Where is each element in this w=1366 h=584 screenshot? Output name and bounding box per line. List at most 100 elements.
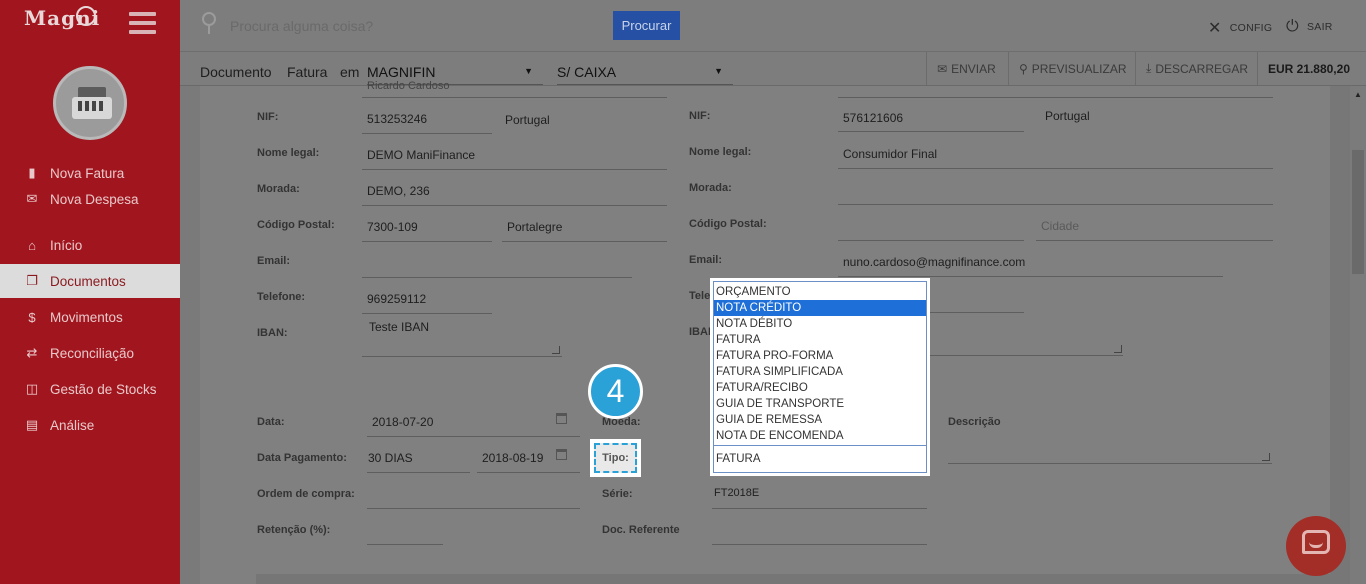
issuer-iban-value[interactable]: Teste IBAN [369, 320, 429, 334]
issuer-postal-line [362, 241, 492, 242]
payment-date-value[interactable]: 2018-08-19 [482, 451, 543, 465]
type-option[interactable]: NOTA DE ENCOMENDA [714, 428, 926, 444]
client-city-line [1036, 240, 1273, 241]
logout-link[interactable]: ⏻ SAIR [1286, 18, 1333, 36]
sidebar-item-movimentos[interactable]: $ Movimentos [0, 300, 180, 334]
type-label: Tipo: [594, 443, 637, 473]
tipo-highlight: Tipo: [590, 439, 641, 477]
search-input[interactable] [230, 10, 600, 42]
power-icon: ⏻ [1286, 18, 1299, 35]
resize-handle-icon[interactable] [1114, 345, 1122, 353]
download-button[interactable]: ⤓ DESCARREGAR [1135, 52, 1258, 85]
resize-handle-icon[interactable] [1262, 453, 1270, 461]
issuer-nif-value[interactable]: 513253246 [367, 112, 427, 126]
stocks-icon: ◫ [25, 381, 39, 396]
tutorial-step-badge: 4 [588, 364, 643, 419]
payment-date-line [477, 472, 580, 473]
content-gutter [1330, 86, 1350, 584]
logo-ball-icon [76, 6, 96, 26]
calendar-icon[interactable] [556, 449, 567, 460]
sidebar-item-reconciliacao[interactable]: ⇄ Reconciliação [0, 336, 180, 370]
cash-select[interactable]: S/ CAIXA ▼ [557, 56, 733, 85]
cash-register-icon [72, 87, 112, 119]
preview-button[interactable]: ⚲ PREVISUALIZAR [1008, 52, 1137, 85]
file-icon: ▮ [28, 165, 36, 180]
lightbulb-icon [202, 12, 216, 34]
issuer-city-value[interactable]: Portalegre [507, 220, 562, 234]
date-value[interactable]: 2018-07-20 [372, 415, 433, 429]
client-nif-value[interactable]: 576121606 [843, 111, 903, 125]
sidebar-item-inicio[interactable]: ⌂ Início [0, 228, 180, 262]
magnifier-icon: ⚲ [1019, 61, 1028, 76]
config-label: CONFIG [1229, 22, 1273, 34]
sidebar-item-gestao-stocks[interactable]: ◫ Gestão de Stocks [0, 372, 180, 406]
logout-label: SAIR [1306, 21, 1333, 33]
company-select-value: MAGNIFIN [367, 64, 436, 80]
sidebar-item-documentos[interactable]: ❐ Documentos [0, 264, 180, 298]
scrollbar-thumb[interactable] [1352, 150, 1364, 274]
type-option[interactable]: FATURA/RECIBO [714, 380, 926, 396]
client-country-value[interactable]: Portugal [1045, 109, 1090, 123]
search-button[interactable]: Procurar [613, 11, 680, 40]
envelope-icon: ✉ [937, 61, 948, 76]
payment-terms-value[interactable]: 30 DIAS [368, 451, 413, 465]
type-option-highlighted[interactable]: NOTA CRÉDITO [714, 300, 926, 316]
retention-label: Retenção (%): [257, 524, 331, 536]
description-line [948, 463, 1272, 464]
vertical-scrollbar[interactable]: ▲ [1350, 86, 1366, 584]
client-city-placeholder[interactable]: Cidade [1041, 219, 1079, 233]
issuer-address-value[interactable]: DEMO, 236 [367, 184, 430, 198]
config-link[interactable]: ✕ CONFIG [1208, 18, 1272, 38]
client-address-label: Morada: [689, 182, 732, 194]
type-option[interactable]: FATURA [714, 332, 926, 348]
chat-launcher-button[interactable] [1286, 516, 1346, 576]
calendar-icon[interactable] [556, 413, 567, 424]
series-value[interactable]: FT2018E [714, 487, 759, 499]
client-email-line [838, 276, 1223, 277]
client-legal-value[interactable]: Consumidor Final [843, 147, 937, 161]
dollar-icon: $ [28, 309, 36, 325]
resize-handle-icon[interactable] [552, 346, 560, 354]
type-option[interactable]: GUIA DE TRANSPORTE [714, 396, 926, 412]
date-label: Data: [257, 416, 285, 428]
issuer-legal-value[interactable]: DEMO ManiFinance [367, 148, 475, 162]
avatar[interactable] [53, 66, 127, 140]
issuer-country-value[interactable]: Portugal [505, 113, 550, 127]
document-toolbar: Documento Fatura em MAGNIFIN ▼ S/ CAIXA … [180, 52, 1366, 86]
client-legal-line [838, 168, 1273, 169]
issuer-name-line [362, 97, 667, 98]
breadcrumb-document: Documento [200, 64, 272, 80]
type-option[interactable]: GUIA DE REMESSA [714, 412, 926, 428]
series-line [712, 508, 927, 509]
issuer-postal-value[interactable]: 7300-109 [367, 220, 418, 234]
sidebar: Magni ▮ Nova Fatura ✉ Nova Despesa ⌂ Iní… [0, 0, 180, 584]
type-option[interactable]: FATURA SIMPLIFICADA [714, 364, 926, 380]
sidebar-item-label: Gestão de Stocks [50, 381, 157, 397]
type-select-current[interactable]: FATURA [713, 445, 927, 473]
sidebar-item-nova-despesa[interactable]: ✉ Nova Despesa [0, 182, 180, 216]
type-option[interactable]: FATURA PRO-FORMA [714, 348, 926, 364]
sidebar-item-label: Nova Despesa [50, 191, 139, 207]
sidebar-item-label: Análise [50, 417, 95, 433]
client-email-value[interactable]: nuno.cardoso@magnifinance.com [843, 255, 1025, 269]
scroll-up-icon[interactable]: ▲ [1354, 90, 1362, 99]
sidebar-item-analise[interactable]: ▤ Análise [0, 408, 180, 442]
client-nif-line [838, 131, 1024, 132]
issuer-legal-line [362, 169, 667, 170]
type-option[interactable]: NOTA DÉBITO [714, 316, 926, 332]
breadcrumb-type: Fatura [287, 64, 328, 80]
type-option[interactable]: ORÇAMENTO [714, 284, 926, 300]
send-button[interactable]: ✉ ENVIAR [926, 52, 1006, 85]
date-line [367, 436, 580, 437]
issuer-name-value[interactable]: Ricardo Cardoso [367, 80, 450, 92]
hamburger-menu-icon[interactable] [129, 12, 156, 34]
issuer-phone-value[interactable]: 969259112 [367, 292, 426, 306]
type-options-list[interactable]: ORÇAMENTO NOTA CRÉDITO NOTA DÉBITO FATUR… [713, 281, 927, 445]
sidebar-item-label: Início [50, 237, 83, 253]
top-header: Procurar ✕ CONFIG ⏻ SAIR [180, 0, 1366, 52]
issuer-iban-label: IBAN: [257, 327, 288, 339]
breadcrumb-in: em [340, 64, 360, 80]
client-nif-label: NIF: [689, 110, 711, 122]
type-dropdown[interactable]: ORÇAMENTO NOTA CRÉDITO NOTA DÉBITO FATUR… [710, 278, 930, 476]
bar-chart-icon: ▤ [25, 417, 39, 432]
